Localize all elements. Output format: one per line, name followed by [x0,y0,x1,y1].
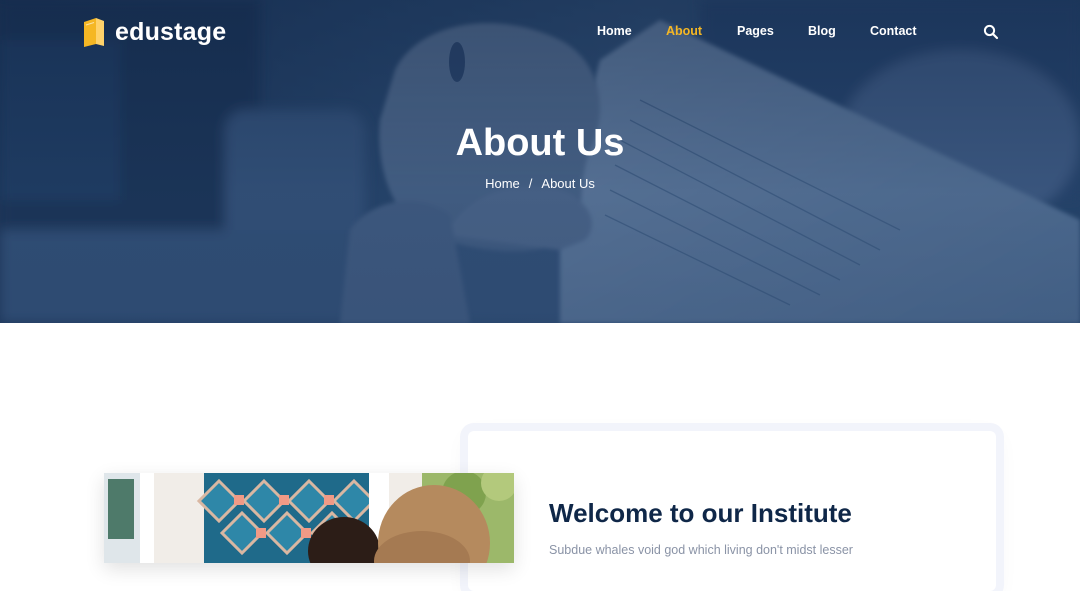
breadcrumb: Home / About Us [0,176,1080,191]
nav-contact[interactable]: Contact [870,24,917,38]
logo-link[interactable]: edustage [82,16,226,48]
book-icon [82,16,106,48]
breadcrumb-current: About Us [541,176,595,191]
nav-home[interactable]: Home [597,24,632,38]
site-header: edustage Home About Pages Blog Contact [0,0,1080,64]
breadcrumb-home[interactable]: Home [485,176,520,191]
search-icon[interactable] [982,23,1000,41]
nav-blog[interactable]: Blog [808,24,836,38]
hero-banner: edustage Home About Pages Blog Contact A… [0,0,1080,323]
brand-name: edustage [115,17,227,46]
nav-about[interactable]: About [666,24,702,38]
breadcrumb-separator: / [528,176,533,191]
page-title: About Us [455,122,625,164]
about-text: Subdue whales void god which living don'… [549,543,853,557]
about-heading: Welcome to our Institute [549,498,852,528]
nav-pages[interactable]: Pages [737,24,774,38]
